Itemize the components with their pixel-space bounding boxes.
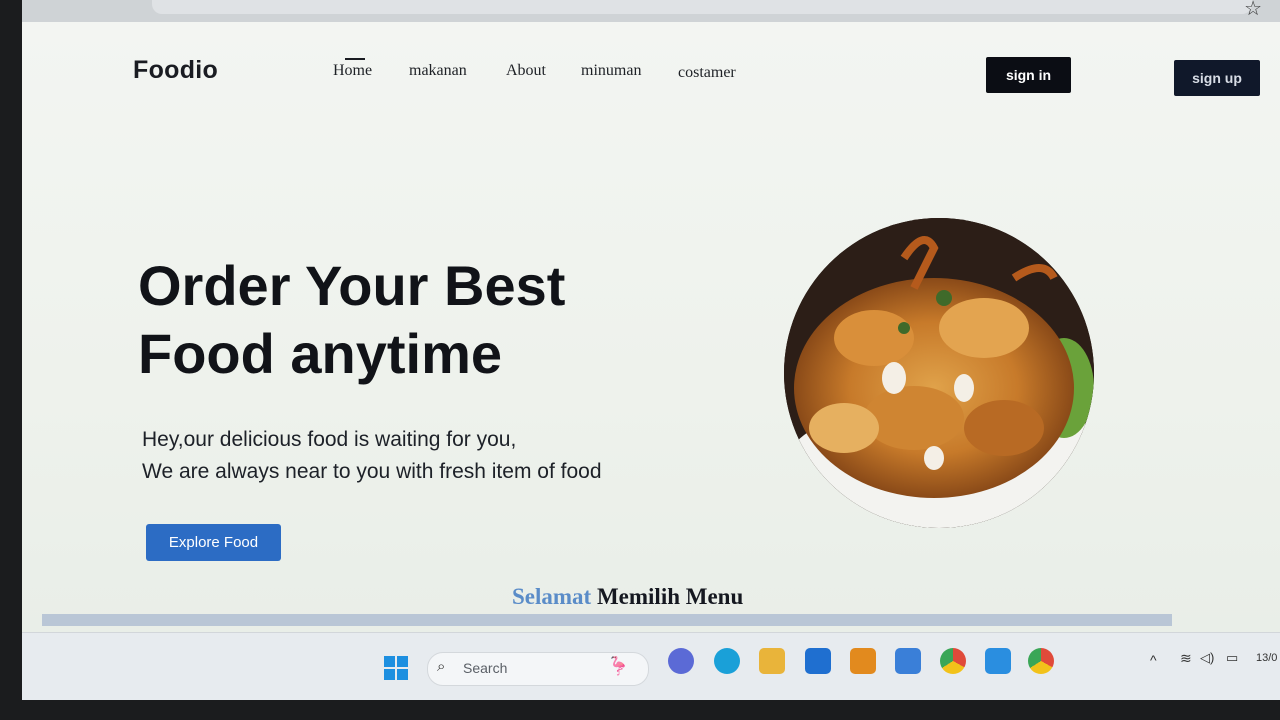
meet-icon[interactable] xyxy=(668,648,694,674)
chrome-profile-icon[interactable] xyxy=(1028,648,1054,674)
hero-subtitle-line1: Hey,our delicious food is waiting for yo… xyxy=(142,428,517,451)
hero-subtitle-line2: We are always near to you with fresh ite… xyxy=(142,460,602,483)
photos-icon[interactable] xyxy=(895,648,921,674)
battery-icon[interactable]: ▭ xyxy=(1226,650,1238,666)
nav-about[interactable]: About xyxy=(506,62,546,80)
hero-title: Order Your Best Food anytime xyxy=(138,252,565,388)
monitor-screen: ☆ Foodio Home makanan About minuman cost… xyxy=(22,0,1280,700)
mail-icon[interactable] xyxy=(805,648,831,674)
webpage: Foodio Home makanan About minuman costam… xyxy=(22,22,1280,632)
browser-toolbar: ☆ xyxy=(22,0,1280,23)
windows-start-icon[interactable] xyxy=(384,656,408,680)
menu-heading-part1: Selamat xyxy=(512,584,592,609)
search-icon: ⌕ xyxy=(437,658,446,675)
hero-title-line2: Food anytime xyxy=(138,322,503,385)
explore-food-button[interactable]: Explore Food xyxy=(146,524,281,561)
file-explorer-icon[interactable] xyxy=(759,648,785,674)
wifi-icon[interactable]: ≋ xyxy=(1180,650,1192,667)
nav-minuman[interactable]: minuman xyxy=(581,62,641,80)
flamingo-widget-icon[interactable]: 🦩 xyxy=(607,656,629,677)
vscode-icon[interactable] xyxy=(985,648,1011,674)
menu-heading-part2: Memilih Menu xyxy=(596,584,744,609)
sign-in-button[interactable]: sign in xyxy=(986,57,1071,93)
site-logo[interactable]: Foodio xyxy=(133,56,218,85)
volume-icon[interactable]: ◁) xyxy=(1200,650,1214,666)
taskbar-clock[interactable]: 13/0 xyxy=(1256,652,1277,664)
nav-home[interactable]: Home xyxy=(333,62,372,80)
address-bar[interactable] xyxy=(152,0,1252,14)
sign-up-button[interactable]: sign up xyxy=(1174,60,1260,96)
office-app-icon[interactable] xyxy=(850,648,876,674)
nav-active-indicator xyxy=(345,58,365,60)
chrome-icon[interactable] xyxy=(940,648,966,674)
horizontal-scrollbar[interactable] xyxy=(42,614,1172,626)
taskbar-search-placeholder: Search xyxy=(463,660,508,676)
bookmark-star-icon[interactable]: ☆ xyxy=(1244,0,1262,21)
nav-costamer[interactable]: costamer xyxy=(678,64,736,82)
nav-makanan[interactable]: makanan xyxy=(409,62,467,80)
fried-shrimp-image xyxy=(784,218,1094,528)
taskbar xyxy=(22,632,1280,700)
hero-title-line1: Order Your Best xyxy=(138,254,566,317)
tray-chevron-up-icon[interactable]: ^ xyxy=(1150,652,1157,668)
edge-browser-icon[interactable] xyxy=(714,648,740,674)
menu-section-heading: Selamat Memilih Menu xyxy=(512,584,743,610)
